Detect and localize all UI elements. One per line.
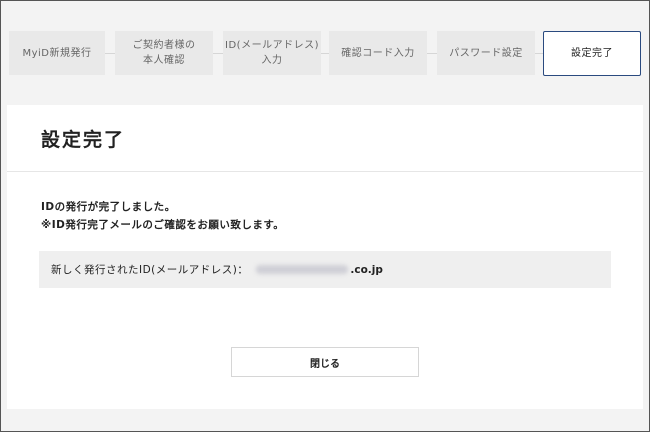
- page-title: 設定完了: [41, 129, 126, 151]
- step-id-input: ID(メールアドレス) 入力: [223, 31, 321, 75]
- step-label: ID(メールアドレス) 入力: [225, 40, 319, 66]
- step-label: MyiD新規発行: [22, 47, 92, 59]
- email-notice-message: ※ID発行完了メールのご確認をお願い致します。: [41, 219, 285, 231]
- title-divider: [7, 171, 643, 172]
- progress-stepper: MyiD新規発行 ご契約者様の 本人確認 ID(メールアドレス) 入力 確認コー…: [1, 1, 649, 101]
- step-label: 確認コード入力: [341, 47, 415, 59]
- issued-id-box: 新しく発行されたID(メールアドレス)： .co.jp: [39, 251, 611, 288]
- step-label: パスワード設定: [449, 47, 523, 59]
- completion-card: 設定完了 IDの発行が完了しました。 ※ID発行完了メールのご確認をお願い致しま…: [7, 105, 643, 409]
- step-myid-issue: MyiD新規発行: [9, 31, 105, 75]
- step-identity-verification: ご契約者様の 本人確認: [115, 31, 213, 75]
- step-password-setting: パスワード設定: [437, 31, 535, 75]
- step-label: 設定完了: [571, 48, 613, 59]
- step-confirmation-code: 確認コード入力: [329, 31, 427, 75]
- completion-message: IDの発行が完了しました。: [41, 201, 176, 213]
- step-label: ご契約者様の 本人確認: [132, 40, 196, 66]
- issued-id-domain: .co.jp: [350, 263, 383, 276]
- issued-id-label: 新しく発行されたID(メールアドレス)：: [51, 264, 249, 276]
- close-button[interactable]: 閉じる: [231, 347, 419, 377]
- redacted-email-local-part: [256, 265, 349, 274]
- step-setup-complete: 設定完了: [543, 31, 641, 76]
